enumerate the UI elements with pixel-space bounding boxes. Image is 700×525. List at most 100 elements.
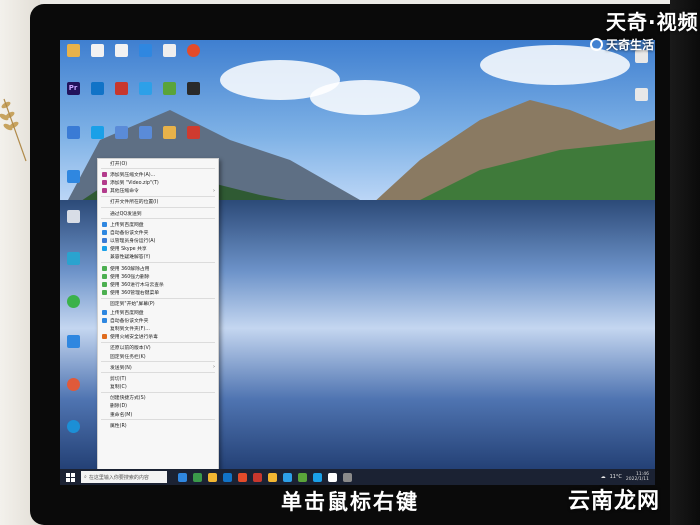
desktop-icon[interactable]	[86, 44, 108, 57]
desktop-icon[interactable]	[86, 82, 108, 95]
cloud-icon	[102, 309, 107, 315]
shield-icon	[102, 290, 107, 296]
start-button[interactable]	[63, 471, 77, 483]
desktop-icon[interactable]	[110, 82, 132, 95]
taskbar-app-icon[interactable]	[268, 472, 277, 482]
search-icon: ⌕	[84, 474, 87, 480]
desktop-icon[interactable]	[62, 335, 84, 348]
context-menu-item-label: 打开(O)	[110, 161, 128, 167]
desktop-icon[interactable]	[158, 126, 180, 139]
context-menu-item[interactable]: 添加到压缩文件(A)...	[98, 170, 218, 178]
context-menu-item[interactable]: 上传到百度网盘	[98, 308, 218, 316]
context-menu-item[interactable]: 发送到(N) ›	[98, 363, 218, 371]
folder-icon	[66, 44, 80, 57]
desktop-icon[interactable]	[182, 82, 204, 95]
context-menu-item-label: 通过QQ发送到	[110, 211, 142, 217]
desktop-icon[interactable]	[158, 82, 180, 95]
menu-item-icon-placeholder	[102, 423, 107, 428]
context-menu-item[interactable]: 添加到 "Video.zip"(T)	[98, 178, 218, 186]
desktop-icon[interactable]	[110, 126, 132, 139]
context-menu-item[interactable]: 还原以前的版本(V)	[98, 344, 218, 352]
context-menu-item[interactable]: 使用 Skype 共享	[98, 245, 218, 253]
desktop-icon[interactable]	[134, 44, 156, 57]
pen-icon	[186, 82, 200, 95]
context-menu-item[interactable]: 剪切(T)	[98, 374, 218, 382]
taskbar-app-icon[interactable]	[223, 472, 232, 482]
skype-icon	[102, 246, 107, 252]
taskbar-app-icon[interactable]	[313, 472, 322, 482]
context-menu-item[interactable]: 固定到任务栏(K)	[98, 352, 218, 360]
desktop-icon[interactable]	[134, 126, 156, 139]
context-menu-item[interactable]: 使用 360解除占用	[98, 264, 218, 272]
desktop-icon[interactable]	[134, 82, 156, 95]
desktop-icon[interactable]	[110, 44, 132, 57]
context-menu-item[interactable]: 自动备份该文件夹	[98, 228, 218, 236]
brand-logo-large: 天奇·视频	[606, 10, 699, 34]
taskbar-search-box[interactable]: ⌕ 在这里输入你要搜索的内容	[81, 471, 167, 483]
taskbar-app-icon[interactable]	[253, 472, 262, 482]
taskbar-app-icon[interactable]	[178, 472, 187, 482]
context-menu-item[interactable]: 重命名(M)	[98, 410, 218, 418]
menu-separator	[101, 206, 215, 208]
context-menu-item[interactable]: 使用火绒安全进行杀毒	[98, 333, 218, 341]
desktop-icon[interactable]	[62, 252, 84, 265]
context-menu-item[interactable]: 固定到"开始"屏幕(P)	[98, 300, 218, 308]
desktop-icon[interactable]	[86, 126, 108, 139]
desktop-icon[interactable]	[62, 126, 84, 139]
edge-icon	[66, 420, 80, 433]
desktop-icon[interactable]	[62, 420, 84, 433]
context-menu-item-label: 其他压缩命令	[110, 189, 139, 195]
desktop-icon[interactable]	[62, 170, 84, 183]
document-icon	[90, 44, 104, 57]
context-menu-item-label: 固定到"开始"屏幕(P)	[110, 302, 155, 308]
taskbar-app-icon[interactable]	[328, 472, 337, 482]
menu-item-icon-placeholder	[102, 254, 107, 259]
context-menu-item-label: 兼容性疑难解答(Y)	[110, 255, 151, 261]
taskbar-app-icon[interactable]	[208, 472, 217, 482]
context-menu-item[interactable]: 上传到百度网盘	[98, 220, 218, 228]
desktop-icon[interactable]	[62, 210, 84, 223]
desktop-icon[interactable]	[158, 44, 180, 57]
context-menu-item[interactable]: 复制到文件夹(F)...	[98, 324, 218, 332]
desktop-icon[interactable]	[182, 44, 204, 57]
context-menu-item[interactable]: 使用 360进行木马云查杀	[98, 280, 218, 288]
taskbar-app-icon[interactable]	[238, 472, 247, 482]
taskbar-app-icon[interactable]	[298, 472, 307, 482]
desktop-icon[interactable]	[182, 126, 204, 139]
desktop-icon[interactable]	[62, 295, 84, 308]
context-menu-item[interactable]: 自动备份该文件夹	[98, 316, 218, 324]
taskbar-app-icon[interactable]	[283, 472, 292, 482]
context-menu-item-label: 添加到压缩文件(A)...	[110, 172, 156, 178]
context-menu-item[interactable]: 打开(O)	[98, 159, 218, 167]
context-menu-item-label: 使用 360解除占用	[110, 266, 150, 272]
app-icon	[186, 44, 200, 57]
context-menu-item[interactable]: 使用 360强力删除	[98, 272, 218, 280]
context-menu-item[interactable]: 其他压缩命令 ›	[98, 187, 218, 195]
desktop-icon[interactable]	[62, 378, 84, 391]
shield-icon	[66, 335, 80, 348]
context-menu-item[interactable]: 使用 360管理右键菜单	[98, 289, 218, 297]
desktop-icon-premiere[interactable]: Pr	[62, 82, 84, 95]
brand-logo-small: 天奇生活	[590, 36, 654, 53]
context-menu-item[interactable]: 创建快捷方式(S)	[98, 394, 218, 402]
brand-circle-icon	[590, 38, 603, 51]
desktop-icon[interactable]	[630, 88, 652, 101]
taskbar-clock[interactable]: 11:46 2022/1/11	[626, 472, 649, 482]
context-menu-item[interactable]: 通过QQ发送到	[98, 209, 218, 217]
context-menu-item-label: 打开文件所在的位置(I)	[110, 200, 159, 206]
context-menu-item-label: 删除(D)	[110, 404, 128, 410]
context-menu-item[interactable]: 打开文件所在的位置(I)	[98, 198, 218, 206]
desktop-icon[interactable]	[62, 44, 84, 57]
context-menu-item[interactable]: 删除(D)	[98, 402, 218, 410]
weather-icon[interactable]: ☁	[601, 474, 606, 480]
recycle-bin-icon	[66, 210, 80, 223]
menu-item-icon-placeholder	[102, 365, 107, 370]
context-menu-item[interactable]: 兼容性疑难解答(Y)	[98, 253, 218, 261]
context-menu-item-label: 使用 360管理右键菜单	[110, 291, 160, 297]
context-menu-item[interactable]: 复制(C)	[98, 383, 218, 391]
context-menu-item[interactable]: 以管理员身份运行(A)	[98, 237, 218, 245]
taskbar-app-icon[interactable]	[343, 472, 352, 482]
taskbar-app-icon[interactable]	[193, 472, 202, 482]
context-menu-item[interactable]: 属性(R)	[98, 421, 218, 429]
context-menu-item-label: 添加到 "Video.zip"(T)	[110, 180, 159, 186]
